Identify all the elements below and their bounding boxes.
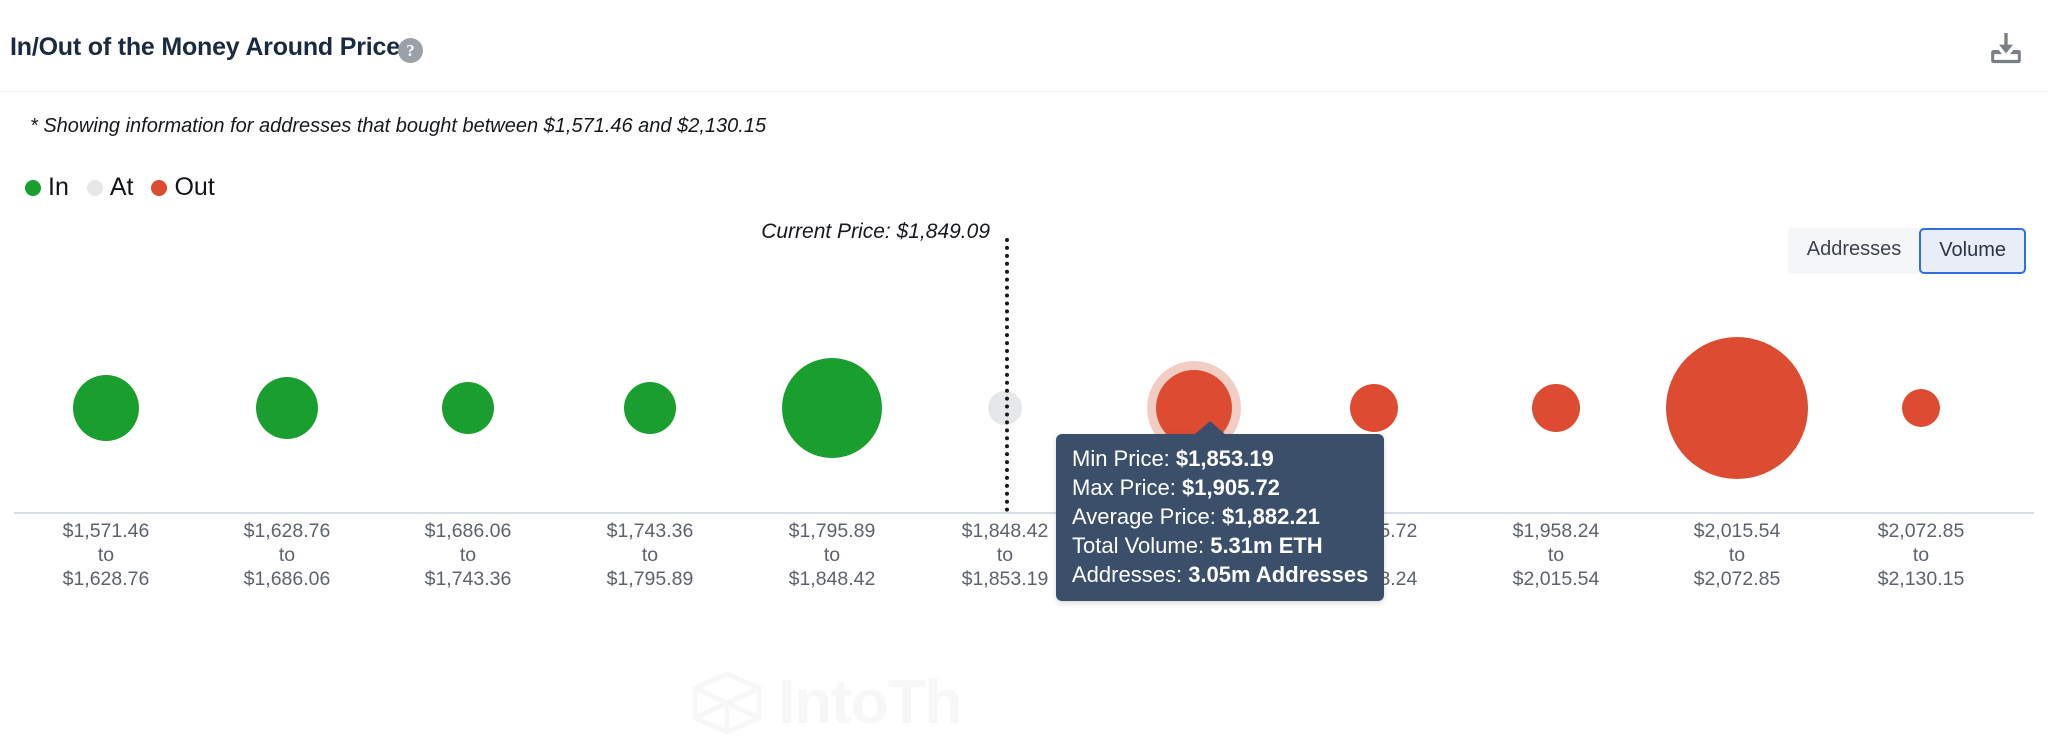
- bubble-out-8[interactable]: [1532, 384, 1580, 432]
- tooltip-total-volume-label: Total Volume:: [1072, 533, 1204, 558]
- bubble-out-9[interactable]: [1666, 337, 1808, 479]
- bubble-tooltip: Min Price: $1,853.19 Max Price: $1,905.7…: [1056, 434, 1384, 601]
- x-tick-separator: to: [1801, 543, 2041, 567]
- tooltip-row-min-price: Min Price: $1,853.19: [1072, 444, 1368, 473]
- question-mark-icon[interactable]: ?: [398, 38, 423, 63]
- legend-label-out: Out: [174, 175, 214, 200]
- tooltip-max-price-value: $1,905.72: [1182, 475, 1280, 500]
- legend-dot-at-icon: [87, 180, 103, 196]
- tooltip-average-price-label: Average Price:: [1072, 504, 1216, 529]
- tooltip-row-total-volume: Total Volume: 5.31m ETH: [1072, 531, 1368, 560]
- tooltip-arrow: [1194, 421, 1226, 435]
- current-price-line: [1005, 238, 1009, 512]
- tooltip-min-price-value: $1,853.19: [1176, 446, 1274, 471]
- chart-card: In/Out of the Money Around Price ? * Sho…: [0, 0, 2048, 625]
- x-tick-range-from: $2,072.85: [1801, 519, 2041, 543]
- tooltip-max-price-label: Max Price:: [1072, 475, 1176, 500]
- legend-label-in: In: [48, 175, 69, 200]
- legend-item-at[interactable]: At: [87, 175, 134, 200]
- x-axis-tick-labels: $1,571.46to$1,628.76$1,628.76to$1,686.06…: [0, 519, 2048, 625]
- legend-item-out[interactable]: Out: [151, 175, 214, 200]
- tooltip-average-price-value: $1,882.21: [1222, 504, 1320, 529]
- tooltip-row-average-price: Average Price: $1,882.21: [1072, 502, 1368, 531]
- bubble-in-3[interactable]: [624, 382, 676, 434]
- watermark: IntoTh: [690, 670, 961, 736]
- legend-dot-out-icon: [151, 180, 167, 196]
- page-title: In/Out of the Money Around Price: [10, 33, 400, 62]
- current-price-label: Current Price: $1,849.09: [761, 220, 990, 244]
- tooltip-total-volume-value: 5.31m ETH: [1210, 533, 1323, 558]
- tooltip-min-price-label: Min Price:: [1072, 446, 1170, 471]
- bubble-in-1[interactable]: [256, 377, 318, 439]
- tooltip-addresses-label: Addresses:: [1072, 562, 1182, 587]
- x-axis-line: [14, 512, 2034, 514]
- x-tick-label-10: $2,072.85to$2,130.15: [1801, 519, 2041, 591]
- legend: In At Out: [25, 175, 233, 200]
- card-header: In/Out of the Money Around Price ?: [0, 0, 2048, 92]
- watermark-text: IntoTh: [778, 672, 961, 734]
- bubble-out-10[interactable]: [1902, 389, 1940, 427]
- bubble-out-7[interactable]: [1350, 384, 1398, 432]
- legend-item-in[interactable]: In: [25, 175, 69, 200]
- toggle-volume-button[interactable]: Volume: [1919, 228, 2026, 274]
- tooltip-row-max-price: Max Price: $1,905.72: [1072, 473, 1368, 502]
- x-tick-range-to: $2,130.15: [1801, 567, 2041, 591]
- chart-subtitle: * Showing information for addresses that…: [30, 115, 766, 138]
- legend-dot-in-icon: [25, 180, 41, 196]
- bubble-in-4[interactable]: [782, 358, 882, 458]
- bubble-in-2[interactable]: [442, 382, 494, 434]
- bubble-in-0[interactable]: [73, 375, 139, 441]
- tooltip-addresses-value: 3.05m Addresses: [1188, 562, 1368, 587]
- tooltip-row-addresses: Addresses: 3.05m Addresses: [1072, 560, 1368, 589]
- download-icon[interactable]: [1986, 28, 2026, 68]
- legend-label-at: At: [110, 175, 134, 200]
